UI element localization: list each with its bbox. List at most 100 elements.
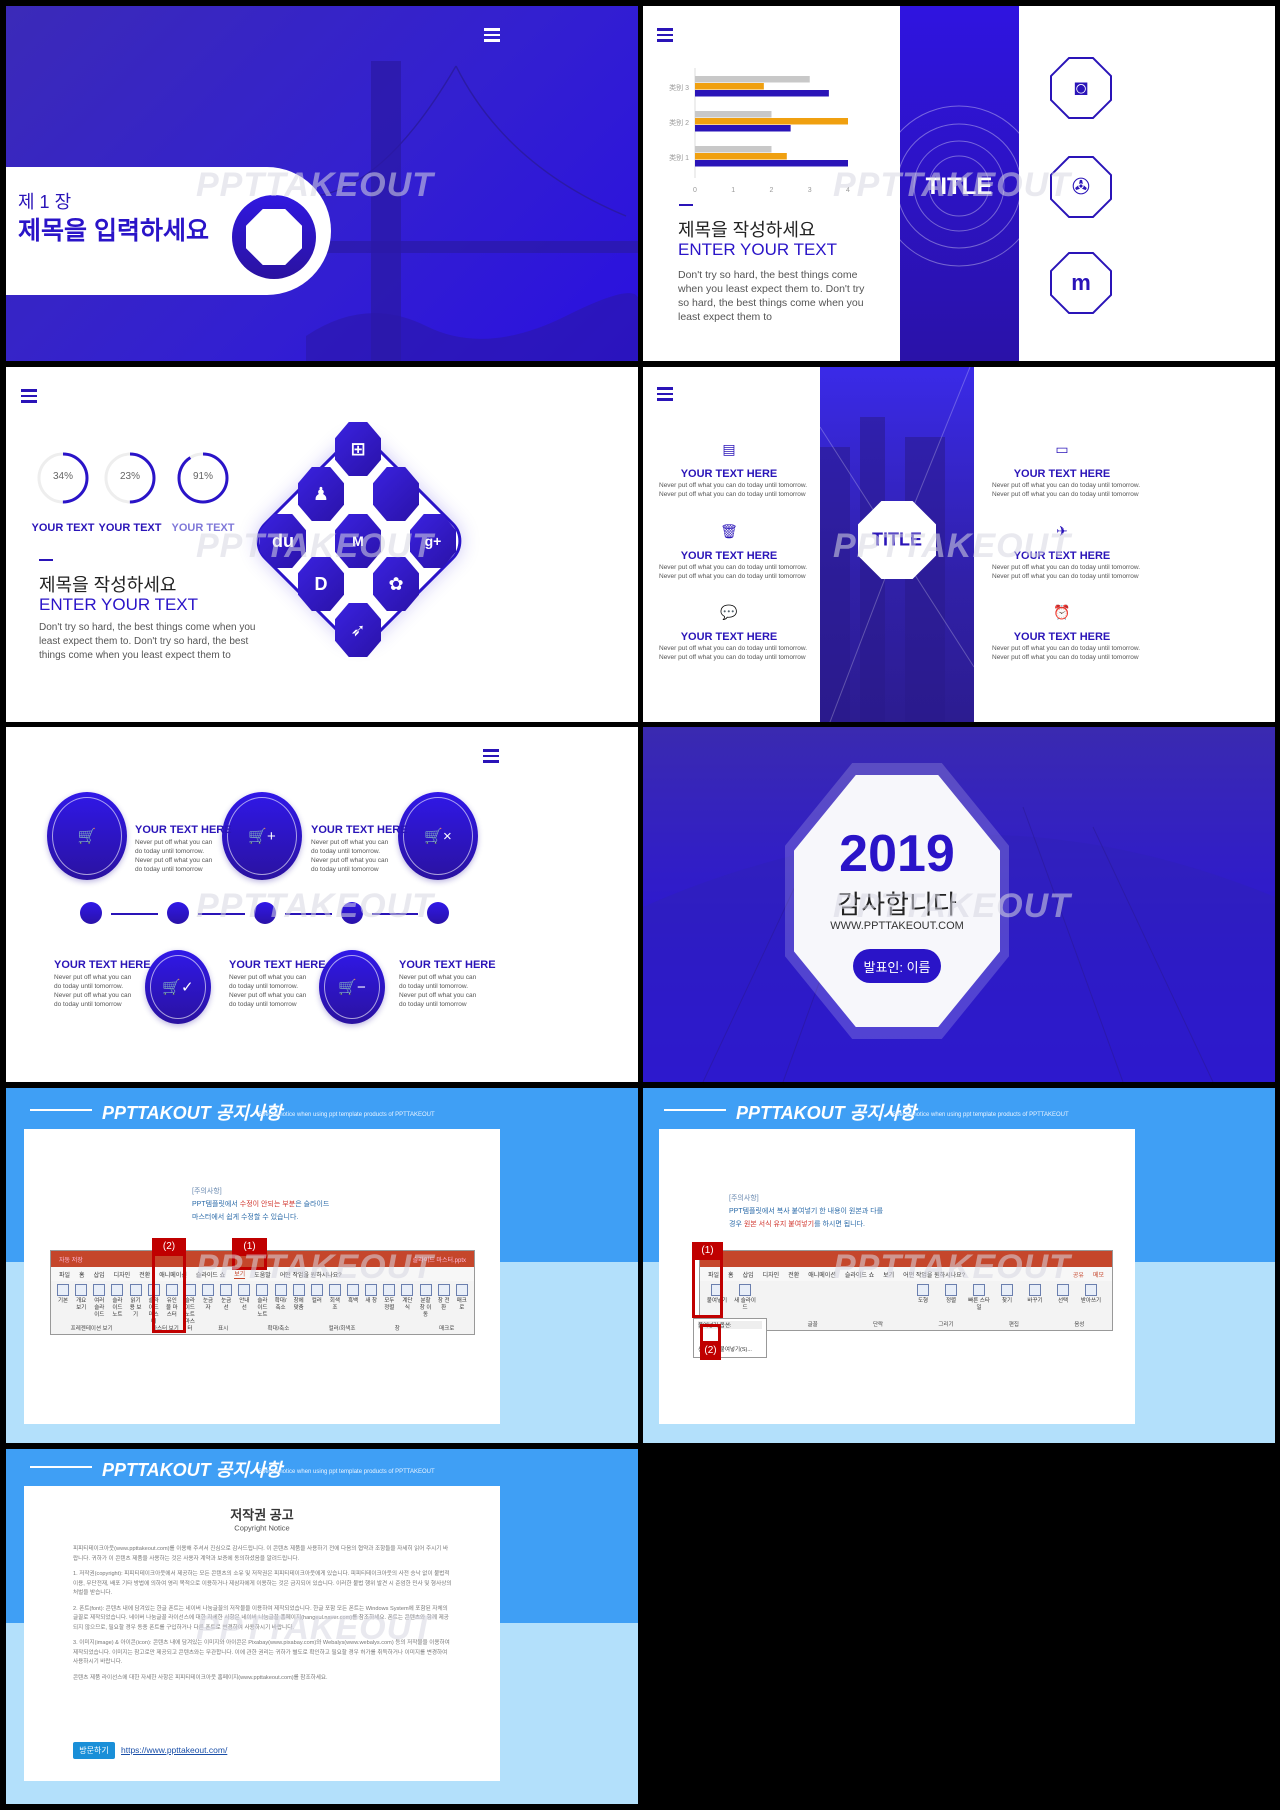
social-octagon[interactable]: ◙ — [1050, 57, 1112, 119]
button-icon — [455, 1284, 468, 1296]
ribbon-tab: 어떤 작업을 원하시나요? — [903, 1272, 966, 1279]
button-icon — [256, 1284, 269, 1296]
timeline-heading: YOUR TEXT HERE — [54, 959, 151, 971]
timeline-circle: 🛒 — [47, 792, 127, 880]
ribbon-tab: 전환 — [139, 1272, 151, 1279]
button-icon — [292, 1284, 305, 1296]
slide-cover[interactable]: 제 1 장 제목을 입력하세요 PPTTAKEOUT — [6, 6, 638, 361]
feature-line: Never put off what you can do today unti… — [992, 645, 1141, 652]
watermark: PPTTAKEOUT — [196, 887, 434, 925]
accent-dash — [679, 204, 693, 206]
copyright-body: 피피티테이크아웃(www.ppttakeout.com)를 이용해 주셔서 진심… — [73, 1545, 453, 1689]
timeline-dot — [167, 902, 189, 924]
ribbon-button-label: 회색조 — [329, 1298, 340, 1311]
button-icon — [973, 1284, 985, 1296]
x-tick-label: 1 — [731, 187, 735, 194]
slide-features[interactable]: TITLE ▤ YOUR TEXT HERE Never put off what … — [643, 367, 1275, 722]
notice-line: PPT템플릿에서 복사 붙여넣기 한 내용이 원본과 다를 — [729, 1208, 884, 1215]
ribbon-group-label: 확대/축소 — [267, 1326, 290, 1332]
ribbon-button-label: 매크로 — [456, 1298, 467, 1311]
card-icon: ▭ — [1055, 441, 1069, 457]
notice-title: PPTTAKOUT 공지사항 — [102, 1103, 282, 1123]
timeline-heading: YOUR TEXT HERE — [135, 824, 232, 836]
timeline-body: Never put off what you can do today unti… — [135, 839, 213, 873]
ribbon-tab: 삽입 — [93, 1272, 105, 1279]
ribbon-button: 모두 정렬 — [383, 1284, 396, 1312]
step-tag-2: (2) — [152, 1238, 186, 1256]
ribbon-tab: 디자인 — [762, 1272, 780, 1279]
ribbon-tab: 어떤 작업을 원하시나요? — [279, 1272, 342, 1279]
button-icon — [310, 1284, 323, 1296]
ribbon-button-label: 기본 — [58, 1298, 69, 1304]
ribbon-button: 새 창 — [365, 1284, 378, 1305]
ribbon-button: 흑백 — [347, 1284, 360, 1305]
ring-value: 34% — [52, 471, 73, 482]
notice-text: [주의사항] PPT템플릿에서 수정이 안되는 부분은 슬라이드 마스터에서 쉽… — [192, 1185, 329, 1224]
progress-ring: 91% — [176, 451, 230, 505]
feature-heading: YOUR TEXT HERE — [680, 468, 778, 480]
menu-icon[interactable] — [483, 749, 499, 763]
button-icon — [419, 1284, 432, 1296]
ribbon-tab: 슬라이드 쇼 — [195, 1272, 226, 1279]
ribbon-button-label: 슬라이드 노트 — [257, 1298, 268, 1318]
airplane-icon: ✈ — [1056, 523, 1068, 539]
social-octagon[interactable]: ✇ — [1050, 156, 1112, 218]
cart-icon: 🛒 — [77, 828, 97, 845]
cart-minus-icon: 🛒− — [338, 979, 366, 996]
timeline-circle: 🛒− — [319, 950, 385, 1024]
button-icon — [365, 1284, 378, 1296]
ribbon-tab: 홈 — [79, 1272, 85, 1279]
ribbon-button-label: 여러 슬라이드 — [94, 1298, 105, 1318]
timeline-circle: 🛒✓ — [145, 950, 211, 1024]
ribbon-button: 창 전환 — [437, 1284, 450, 1312]
notice-line: 를 하시면 됩니다. — [814, 1221, 865, 1228]
ribbon-button: 슬라이드 노트 — [111, 1284, 124, 1319]
ribbon-button-label: 슬라이드 노트 — [112, 1298, 123, 1318]
visit-button[interactable]: 방문하기 — [73, 1742, 115, 1759]
timeline-dot — [427, 902, 449, 924]
ribbon-tab: 애니메이션 — [808, 1272, 836, 1279]
button-icon — [129, 1284, 142, 1296]
ribbon-button-label: 도형 — [917, 1298, 929, 1304]
ring-value: 91% — [192, 471, 213, 482]
menu-icon[interactable] — [657, 387, 673, 401]
slide-notice-paste[interactable]: PPTTAKOUT 공지사항 Special notice when using… — [643, 1088, 1275, 1443]
bar-series2-cat3 — [695, 83, 764, 90]
ribbon-button-label: 개요 보기 — [76, 1298, 87, 1311]
feature-line: Never put off what you can do today unti… — [659, 564, 808, 571]
didi-icon: D — [314, 573, 328, 594]
menu-icon[interactable] — [21, 389, 37, 403]
slide-thanks[interactable]: 2019 감사합니다 WWW.PPTTAKEOUT.COM 발표인: 이름 PP… — [643, 727, 1275, 1082]
baidu-icon: du — [272, 530, 294, 551]
slide-chart[interactable]: 类别 1 类别 2 类别 3 0 1 2 3 4 제목을 작성하세요 ENTER YOUR T… — [643, 6, 1275, 361]
ribbon-filename: 슬라이드 마스터.pptx — [412, 1257, 466, 1264]
section-subtitle: ENTER YOUR TEXT — [39, 595, 199, 614]
section-title: 제목을 작성하세요 — [678, 220, 816, 240]
timeline-dot — [254, 902, 276, 924]
ribbon-button-label: 창 전환 — [437, 1298, 450, 1311]
ribbon-button: 여러 슬라이드 — [93, 1284, 106, 1319]
website-link[interactable]: https://www.ppttakeout.com/ — [121, 1745, 227, 1755]
alarm-clock-icon: ⏰ — [1053, 604, 1071, 620]
menu-icon[interactable] — [484, 28, 500, 42]
ribbon-button-label: 빠른 스타일 — [968, 1298, 990, 1311]
slide-stats[interactable]: 34% YOUR TEXT 23% YOUR TEXT 91% YOUR TEXT 제목을… — [6, 367, 638, 722]
button-icon — [1001, 1284, 1013, 1296]
ribbon-group-label: 음성 — [1074, 1322, 1085, 1328]
ribbon-button-label: 새 창 — [365, 1298, 378, 1304]
slide-timeline[interactable]: 🛒 🛒✓ 🛒+ 🛒− 🛒× YOUR TEXT HERE Never put off wha… — [6, 727, 638, 1082]
timeline-body: Never put off what you can do today unti… — [311, 839, 389, 873]
feature-heading: YOUR TEXT HERE — [1013, 631, 1111, 643]
center-title: TITLE — [925, 173, 993, 200]
timeline-node — [71, 893, 111, 933]
ring-label: YOUR TEXT — [31, 522, 95, 534]
social-octagon[interactable]: m — [1050, 252, 1112, 314]
ribbon-button: 찾기 — [996, 1284, 1018, 1305]
ribbon-group-label: 표시 — [218, 1326, 229, 1332]
ribbon-tab: 디자인 — [113, 1272, 131, 1279]
ribbon-group-label: 창 — [394, 1326, 400, 1332]
notice-highlight: 원본 서식 유지 붙여넣기 — [743, 1221, 815, 1228]
slide-copyright[interactable]: PPTTAKOUT 공지사항 Special notice when using… — [6, 1449, 638, 1804]
ribbon-tab: 보기 — [883, 1272, 895, 1279]
slide-notice-master[interactable]: PPTTAKOUT 공지사항 Special notice when using… — [6, 1088, 638, 1443]
